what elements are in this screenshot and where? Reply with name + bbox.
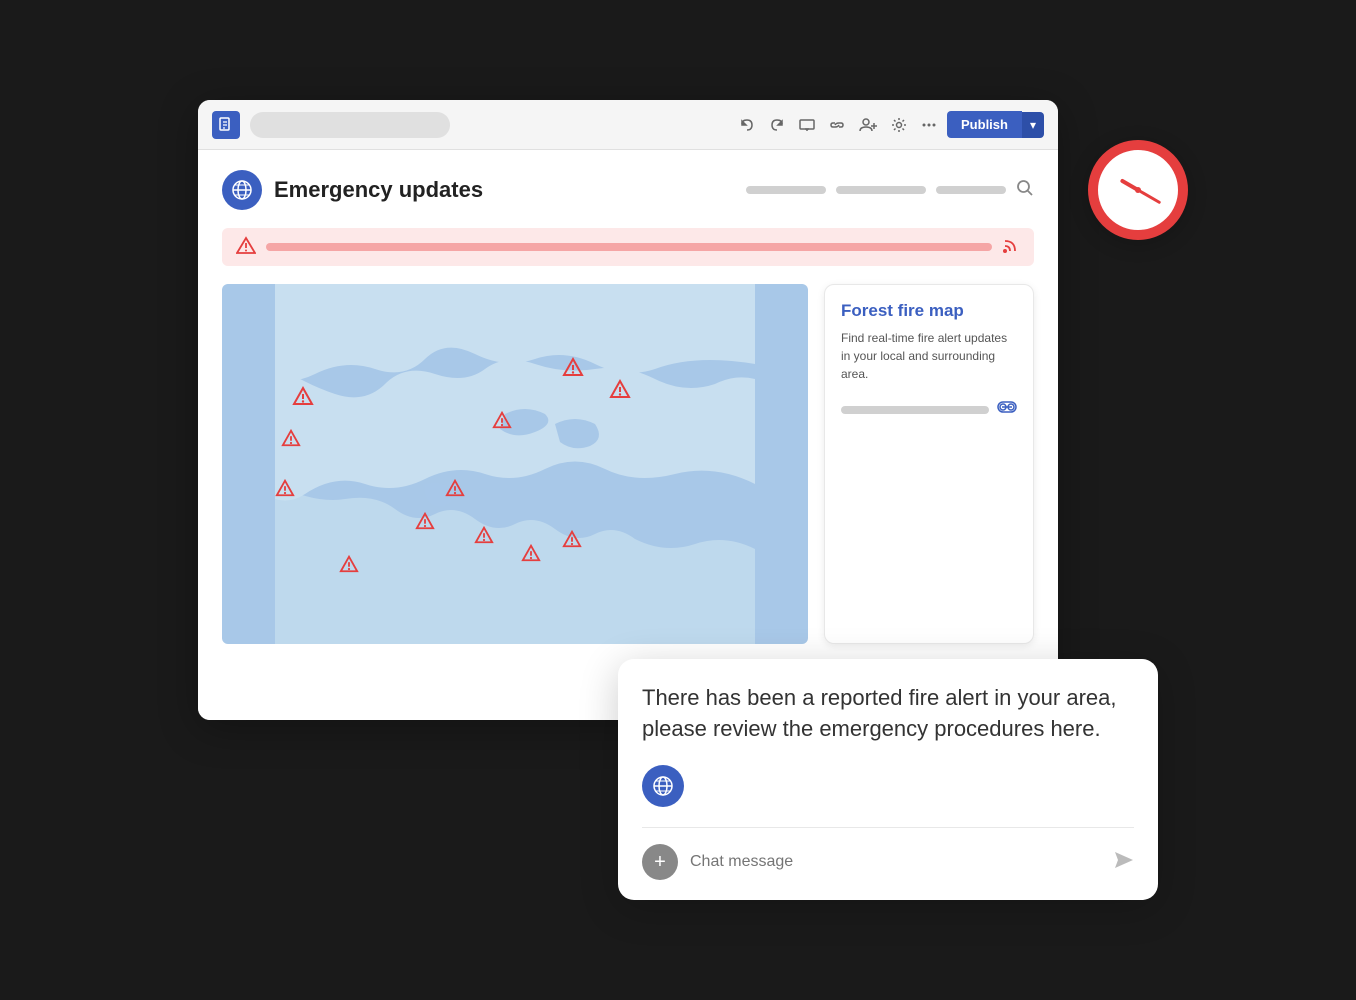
alert-banner [222,228,1034,266]
site-header: Emergency updates [222,170,1034,210]
chat-input-field[interactable] [690,853,1102,871]
nav-bar-2 [836,186,926,194]
browser-doc-icon [212,111,240,139]
fire-marker-6 [474,525,494,550]
clock-face [1108,160,1168,220]
clock-minute-hand [1137,189,1161,205]
undo-icon[interactable] [739,117,755,133]
alert-bar [266,243,992,251]
chat-send-button[interactable] [1114,851,1134,874]
link-toolbar-icon[interactable] [829,117,845,133]
chat-add-button[interactable]: + [642,844,678,880]
fire-marker-7 [521,543,541,568]
fire-marker-11 [609,378,631,405]
fire-marker-5 [415,511,435,536]
publish-button-group[interactable]: Publish ▾ [947,111,1044,138]
content-area: Forest fire map Find real-time fire aler… [222,284,1034,644]
browser-content: Emergency updates [198,150,1058,720]
nav-bar-1 [746,186,826,194]
alert-warning-icon [236,236,256,259]
clock-widget [1088,140,1188,240]
fire-marker-9 [492,410,512,435]
screen-icon[interactable] [799,117,815,133]
chat-message: There has been a reported fire alert in … [642,683,1134,745]
site-logo [222,170,262,210]
fire-marker-10 [562,356,584,383]
more-icon[interactable] [921,117,937,133]
clock-center-dot [1135,187,1141,193]
chat-avatar [642,765,684,807]
fire-marker-1 [292,385,314,412]
fire-card-description: Find real-time fire alert updates in you… [841,329,1017,383]
rss-icon [1002,236,1020,259]
browser-toolbar: Publish ▾ [198,100,1058,150]
chat-input-row: + [642,844,1134,880]
fire-marker-2 [281,428,301,453]
site-header-nav [746,179,1034,202]
map-container [222,284,808,644]
redo-icon[interactable] [769,117,785,133]
page-title: Emergency updates [274,177,483,203]
fire-card-title: Forest fire map [841,301,1017,321]
fire-card-footer [841,399,1017,420]
fire-marker-8 [562,529,582,554]
search-icon[interactable] [1016,179,1034,202]
url-bar[interactable] [250,112,450,138]
chat-avatar-row [642,765,1134,807]
nav-bar-3 [936,186,1006,194]
toolbar-icons [739,117,937,133]
publish-button[interactable]: Publish [947,111,1022,138]
publish-dropdown-button[interactable]: ▾ [1022,112,1044,138]
chat-window: There has been a reported fire alert in … [618,659,1158,900]
fire-card-bar [841,406,989,414]
fire-marker-4 [445,478,465,503]
fire-card: Forest fire map Find real-time fire aler… [824,284,1034,644]
chat-divider [642,827,1134,828]
fire-marker-12 [339,554,359,579]
add-user-icon[interactable] [859,117,877,133]
browser-window: Publish ▾ Emergency updates [198,100,1058,720]
settings-icon[interactable] [891,117,907,133]
fire-card-link-icon[interactable] [997,399,1017,420]
fire-marker-3 [275,478,295,503]
